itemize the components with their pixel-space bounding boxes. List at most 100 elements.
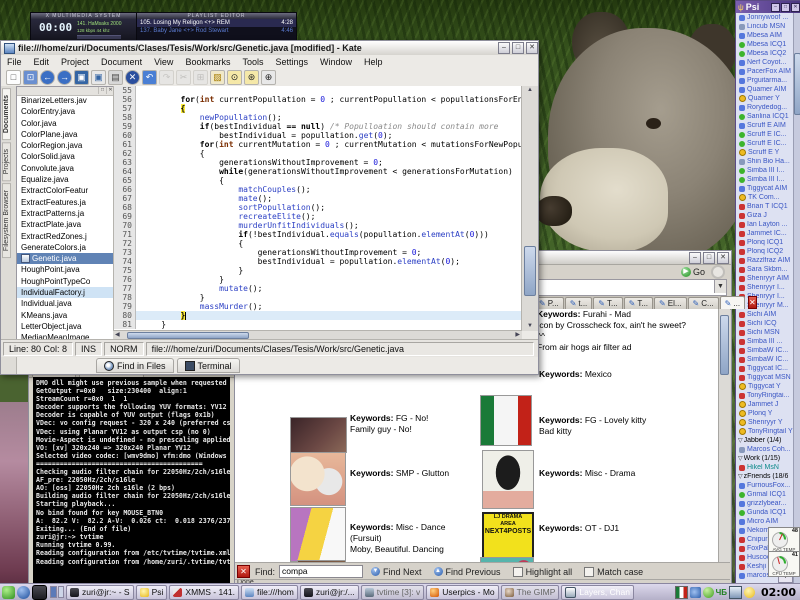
roster-contact[interactable]: SimbaW IC... [736,346,794,355]
file-item[interactable]: KMeans.java [17,310,114,321]
psi-titlebar[interactable]: ψ Psi – □ ✕ [736,1,800,13]
file-item[interactable]: ExtractColorFeatur [17,185,114,196]
file-item[interactable]: HoughPoint.java [17,264,114,275]
roster-contact[interactable]: Plonq ICQ1 [736,238,794,247]
userpic-image[interactable] [290,452,346,506]
task-button[interactable]: zuri@jr:~ - S [66,585,134,600]
roster-contact[interactable]: Scruff E AIM [736,121,794,130]
file-item[interactable]: Genetic.java [17,253,114,264]
menu-document[interactable]: Document [95,57,148,67]
mexico-flag-icon[interactable] [675,586,688,599]
xmms-titlebar[interactable]: X MULTIMEDIA SYSTEM [31,13,136,19]
detach-icon[interactable]: □ [98,87,106,94]
zoom-icon[interactable]: ⊕ [261,70,276,85]
find-input[interactable]: compa [279,565,363,578]
browser-tab[interactable]: ✎... [720,296,745,309]
redo-icon[interactable]: ↷ [159,70,174,85]
roster-group[interactable]: ▽Work (1/15) [736,454,794,463]
userpic-image[interactable] [290,507,346,562]
roster-contact[interactable]: Plonq Y [736,409,794,418]
file-item[interactable]: ExtractPatterns.ja [17,208,114,219]
browser-tab[interactable]: ✎El... [654,297,686,309]
kate-sidebar-tabs[interactable]: Documents Projects Filesystem Browser [1,86,17,374]
volume-icon[interactable] [690,587,701,598]
pager-desktop-1[interactable] [50,586,57,598]
desktop-pager[interactable] [50,586,64,598]
task-button[interactable]: The GIMP [501,585,560,600]
roster-contact[interactable]: Jammet J [736,400,794,409]
scrollbar-thumb[interactable] [524,246,536,296]
konsole-window[interactable]: ShellShell No. 2 DMO dll might use previ… [28,362,235,587]
kate-titlebar[interactable]: file:///home/zuri/Documents/Clases/Tesis… [1,41,538,56]
roster-group[interactable]: ▽zFriends (18/6 [736,472,794,481]
go-icon[interactable]: ▶ [681,267,691,277]
roster-contact[interactable]: grizzlybear... [736,499,794,508]
scroll-up-icon[interactable]: ▲ [527,86,533,95]
roster-contact[interactable]: Nerf Coyot... [736,58,794,67]
file-item[interactable]: Convolute.java [17,163,114,174]
k-menu-icon[interactable] [2,586,15,599]
kate-window[interactable]: file:///home/zuri/Documents/Clases/Tesis… [0,40,539,375]
tool-view-find-in-files[interactable]: Find in Files [96,358,174,373]
gaim-icon[interactable] [703,587,714,598]
file-item[interactable]: Individual.java [17,298,114,309]
file-item[interactable]: ColorPlane.java [17,129,114,140]
task-button[interactable]: zuri@jr:/... [300,585,359,600]
roster-contact[interactable]: Gunda ICQ1 [736,508,794,517]
browser-tab[interactable]: ✎T... [593,297,622,309]
roster-contact[interactable]: Micro AIM [736,517,794,526]
taskbar[interactable]: zuri@jr:~ - SPsiXMMS - 141.file:///homzu… [0,583,800,600]
roster-contact[interactable]: Simba III I... [736,166,794,175]
close-icon[interactable]: ✕ [717,252,729,264]
new-document-icon[interactable]: □ [6,70,21,85]
maximize-icon[interactable]: □ [703,252,715,264]
file-item[interactable]: ColorSolid.java [17,151,114,162]
roster-contact[interactable]: Marcos Coh... [736,445,794,454]
terminal-output[interactable]: DMO dll might use previous sample when r… [33,377,230,584]
go-button[interactable]: Go [693,267,705,277]
roster-contact[interactable]: Simba III I... [736,175,794,184]
file-list[interactable]: BinarizeLetters.javColorEntry.javaColor.… [17,95,114,347]
roster-contact[interactable]: Giza J [736,211,794,220]
find-toolbar[interactable]: ✕ Find: compa ▼ Find Next ▲ Find Previou… [232,562,730,580]
browser-tab[interactable]: ✎t... [565,297,593,309]
roster-contact[interactable]: PacerFox AIM [736,67,794,76]
url-dropdown-icon[interactable]: ▼ [714,280,726,293]
userpic-image[interactable] [290,417,347,453]
file-item[interactable]: ColorEntry.java [17,106,114,117]
roster-contact[interactable]: Sichi ICQ [736,319,794,328]
scrollbar-thumb[interactable] [720,315,729,375]
web-browser-icon[interactable] [17,586,30,599]
userpic-image[interactable] [482,450,534,509]
close-icon[interactable]: ✕ [791,3,800,12]
editor-vscrollbar[interactable]: ▲ ▼ [521,86,538,331]
roster-contact[interactable]: Prguitarma... [736,76,794,85]
playlist-item[interactable]: 105. Losing My Religon <+> REM4:28 [137,19,296,27]
collapse-icon[interactable]: ▽ [738,455,743,462]
task-button[interactable]: tvtime [3]: v [361,585,424,600]
sidebar-tab-documents[interactable]: Documents [2,88,11,140]
terminal-launcher-icon[interactable] [32,585,47,600]
sidebar-tab-projects[interactable]: Projects [2,142,11,181]
code-editor[interactable]: 5556 for(int currentPopullation = 0 ; cu… [113,86,522,331]
psi-scrollbar[interactable] [793,13,800,586]
roster-contact[interactable]: Tiggycat Y [736,382,794,391]
copy-icon[interactable]: ⊞ [193,70,208,85]
roster-contact[interactable]: Quamer AIM [736,85,794,94]
menu-settings[interactable]: Settings [269,57,314,67]
roster-contact[interactable]: Mbesa ICQ1 [736,40,794,49]
highlight-all-button[interactable]: Highlight all [513,567,573,577]
menu-bookmarks[interactable]: Bookmarks [179,57,236,67]
menu-edit[interactable]: Edit [28,57,56,67]
roster-contact[interactable]: Tiggycat AIM [736,184,794,193]
undo-icon[interactable]: ↶ [142,70,157,85]
file-item[interactable]: Color.java [17,118,114,129]
sidebar-tab-filesystem-browser[interactable]: Filesystem Browser [2,183,11,258]
browser-tab[interactable]: ✎C... [688,297,719,309]
forward-icon[interactable]: → [57,70,72,85]
task-button[interactable]: Psi [136,585,168,600]
kate-tool-views[interactable]: Find in FilesTerminal [96,358,243,373]
roster-contact[interactable]: Scruff E IC... [736,139,794,148]
minimize-icon[interactable]: – [771,3,780,12]
save-icon[interactable]: ▣ [74,70,89,85]
